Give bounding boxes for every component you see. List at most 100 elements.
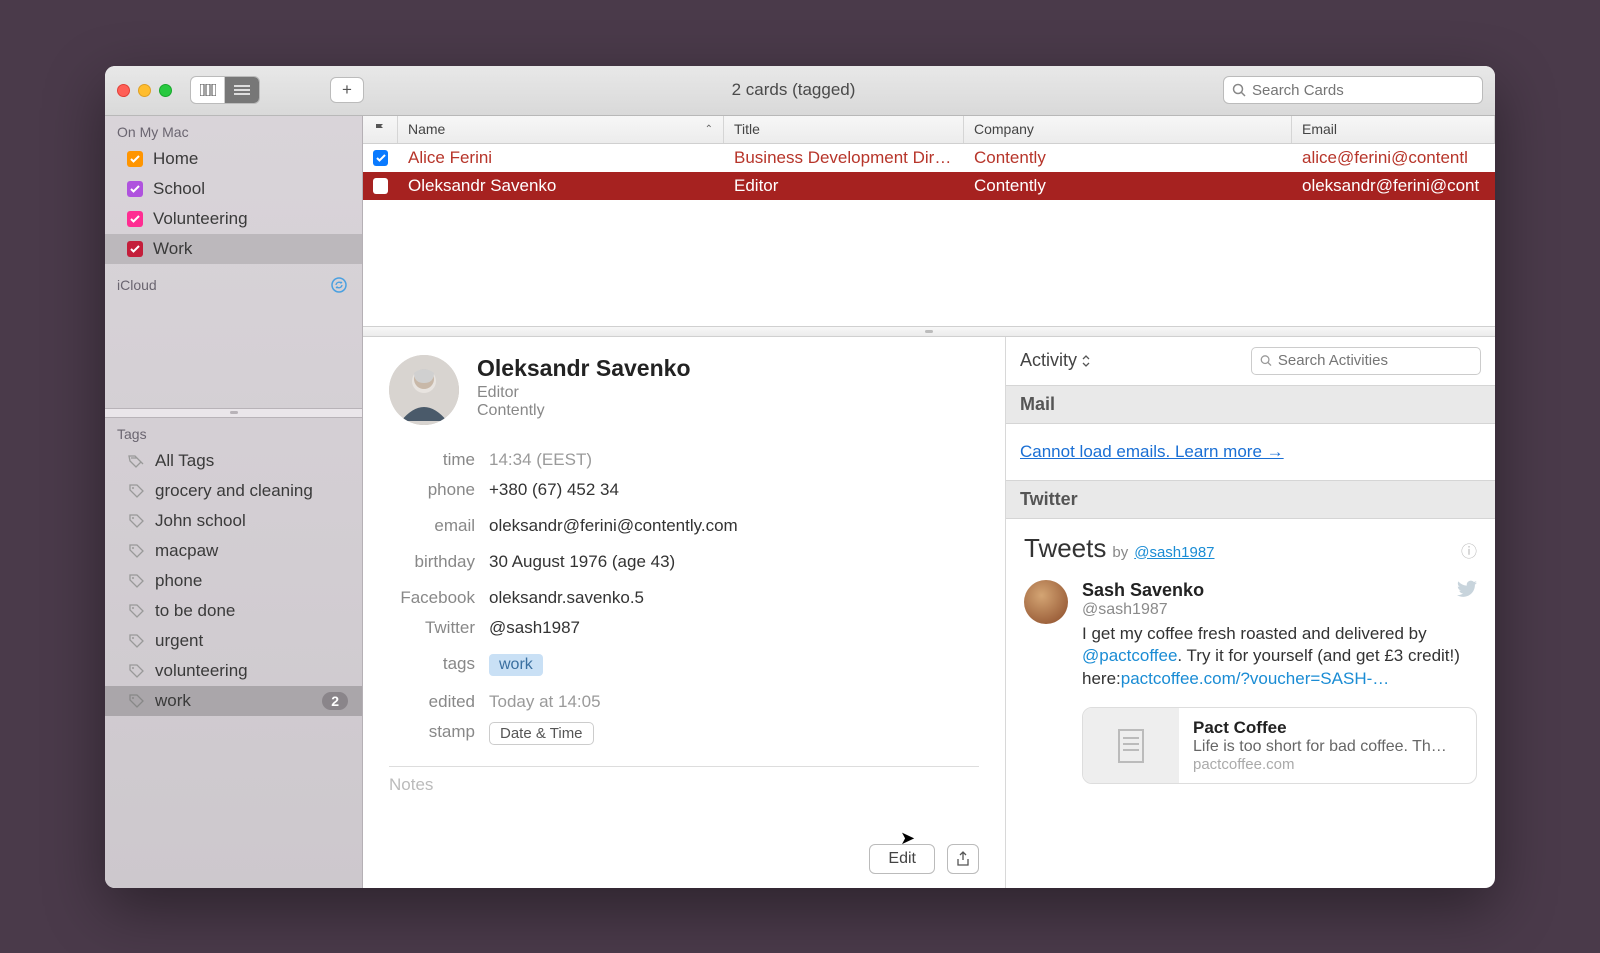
- activity-panel: Activity Mail Cannot load emails. Learn …: [1005, 337, 1495, 888]
- cell-company: Contently: [964, 148, 1292, 168]
- tag-item[interactable]: macpaw: [105, 536, 362, 566]
- twitter-icon: [1457, 580, 1477, 598]
- field-label: tags: [389, 654, 475, 676]
- tag-icon: [127, 542, 145, 560]
- checkbox-icon: [127, 241, 143, 257]
- list-body: Alice Ferini Business Development Dire… …: [363, 144, 1495, 200]
- activity-dropdown[interactable]: Activity: [1020, 350, 1091, 371]
- tweet-mention[interactable]: @pactcoffee: [1082, 646, 1177, 665]
- link-thumbnail: [1083, 708, 1179, 783]
- tag-item[interactable]: grocery and cleaning: [105, 476, 362, 506]
- field-value-facebook[interactable]: oleksandr.savenko.5: [489, 588, 644, 608]
- search-cards-field[interactable]: [1223, 76, 1483, 104]
- tag-label: grocery and cleaning: [155, 481, 313, 501]
- tag-item[interactable]: phone: [105, 566, 362, 596]
- sidebar-section-on-my-mac: On My Mac: [105, 116, 362, 144]
- window-controls: [117, 84, 172, 97]
- column-company[interactable]: Company: [964, 116, 1292, 143]
- field-label: email: [389, 516, 475, 536]
- field-label: birthday: [389, 552, 475, 572]
- tag-label: macpaw: [155, 541, 218, 561]
- column-flag[interactable]: [363, 116, 398, 143]
- column-title[interactable]: Title: [724, 116, 964, 143]
- field-value-email[interactable]: oleksandr@ferini@contently.com: [489, 516, 738, 536]
- field-value-phone[interactable]: +380 (67) 452 34: [489, 480, 619, 500]
- tweet-link[interactable]: pactcoffee.com/?voucher=SASH-…: [1121, 669, 1390, 688]
- tag-item-work[interactable]: work 2: [105, 686, 362, 716]
- tweet-author-handle: @sash1987: [1082, 601, 1204, 619]
- field-value-twitter[interactable]: @sash1987: [489, 618, 580, 638]
- sidebar-item-volunteering[interactable]: Volunteering: [105, 204, 362, 234]
- row-checkbox[interactable]: [373, 178, 388, 194]
- share-button[interactable]: [947, 844, 979, 874]
- search-activities-input[interactable]: [1278, 352, 1472, 369]
- tag-item[interactable]: John school: [105, 506, 362, 536]
- sidebar-item-work[interactable]: Work: [105, 234, 362, 264]
- tag-item[interactable]: volunteering: [105, 656, 362, 686]
- tag-icon: [127, 512, 145, 530]
- tag-label: John school: [155, 511, 246, 531]
- tag-item[interactable]: urgent: [105, 626, 362, 656]
- sidebar-section-icloud: iCloud: [117, 277, 157, 293]
- search-activities-field[interactable]: [1251, 347, 1481, 375]
- notes-placeholder[interactable]: Notes: [389, 775, 979, 795]
- column-email[interactable]: Email: [1292, 116, 1495, 143]
- column-name[interactable]: Name⌃: [398, 116, 724, 143]
- table-row-selected[interactable]: Oleksandr Savenko Editor Contently oleks…: [363, 172, 1495, 200]
- search-cards-input[interactable]: [1252, 82, 1474, 99]
- tag-item[interactable]: to be done: [105, 596, 362, 626]
- cell-title: Business Development Dire…: [724, 148, 964, 168]
- field-value-edited: Today at 14:05: [489, 692, 601, 712]
- tweet-author-name: Sash Savenko: [1082, 580, 1204, 601]
- avatar[interactable]: [389, 355, 459, 425]
- share-icon: [956, 851, 970, 867]
- link-card-title: Pact Coffee: [1193, 718, 1447, 738]
- mail-error-link[interactable]: Cannot load emails. Learn more →: [1020, 442, 1284, 461]
- search-icon: [1232, 83, 1246, 97]
- tweets-by-label: by: [1112, 544, 1128, 561]
- tag-label: work: [155, 691, 191, 711]
- twitter-section-header: Twitter: [1006, 480, 1495, 519]
- sidebar: On My Mac Home School Volunteering Work …: [105, 116, 363, 888]
- sidebar-item-school[interactable]: School: [105, 174, 362, 204]
- sidebar-item-label: Work: [153, 239, 192, 259]
- sidebar-splitter[interactable]: [105, 408, 362, 418]
- horizontal-splitter[interactable]: [363, 327, 1495, 337]
- tag-item-all[interactable]: All Tags: [105, 446, 362, 476]
- field-value-birthday: 30 August 1976 (age 43): [489, 552, 675, 572]
- edit-button[interactable]: Edit: [869, 844, 935, 874]
- close-window-button[interactable]: [117, 84, 130, 97]
- view-mode-toggle: [190, 76, 260, 104]
- flag-icon: [375, 123, 385, 135]
- sync-icon[interactable]: [330, 276, 348, 294]
- tag-count-badge: 2: [322, 692, 348, 710]
- checkbox-icon: [127, 181, 143, 197]
- field-label: stamp: [389, 722, 475, 745]
- tag-chip[interactable]: work: [489, 654, 543, 676]
- tweets-handle-link[interactable]: @sash1987: [1134, 544, 1214, 561]
- contact-company: Contently: [477, 402, 691, 420]
- tags-icon: [127, 452, 145, 470]
- tag-icon: [127, 572, 145, 590]
- row-checkbox[interactable]: [373, 150, 388, 166]
- link-preview-card[interactable]: Pact Coffee Life is too short for bad co…: [1082, 707, 1477, 784]
- list-header: Name⌃ Title Company Email: [363, 116, 1495, 144]
- titlebar: + 2 cards (tagged): [105, 66, 1495, 116]
- info-icon[interactable]: ⓘ: [1461, 538, 1477, 562]
- tag-icon: [127, 632, 145, 650]
- add-button[interactable]: +: [330, 77, 364, 103]
- sidebar-section-tags: Tags: [105, 418, 362, 446]
- stamp-button[interactable]: Date & Time: [489, 722, 594, 745]
- field-label: time: [389, 450, 475, 470]
- columns-view-button[interactable]: [191, 77, 225, 103]
- tweet[interactable]: Sash Savenko @sash1987 I get my coffee f…: [1024, 580, 1477, 785]
- list-view-button[interactable]: [225, 77, 259, 103]
- table-row[interactable]: Alice Ferini Business Development Dire… …: [363, 144, 1495, 172]
- cell-title: Editor: [724, 176, 964, 196]
- sidebar-item-home[interactable]: Home: [105, 144, 362, 174]
- tweet-avatar[interactable]: [1024, 580, 1068, 624]
- maximize-window-button[interactable]: [159, 84, 172, 97]
- minimize-window-button[interactable]: [138, 84, 151, 97]
- tag-label: volunteering: [155, 661, 248, 681]
- cell-email: oleksandr@ferini@cont: [1292, 176, 1495, 196]
